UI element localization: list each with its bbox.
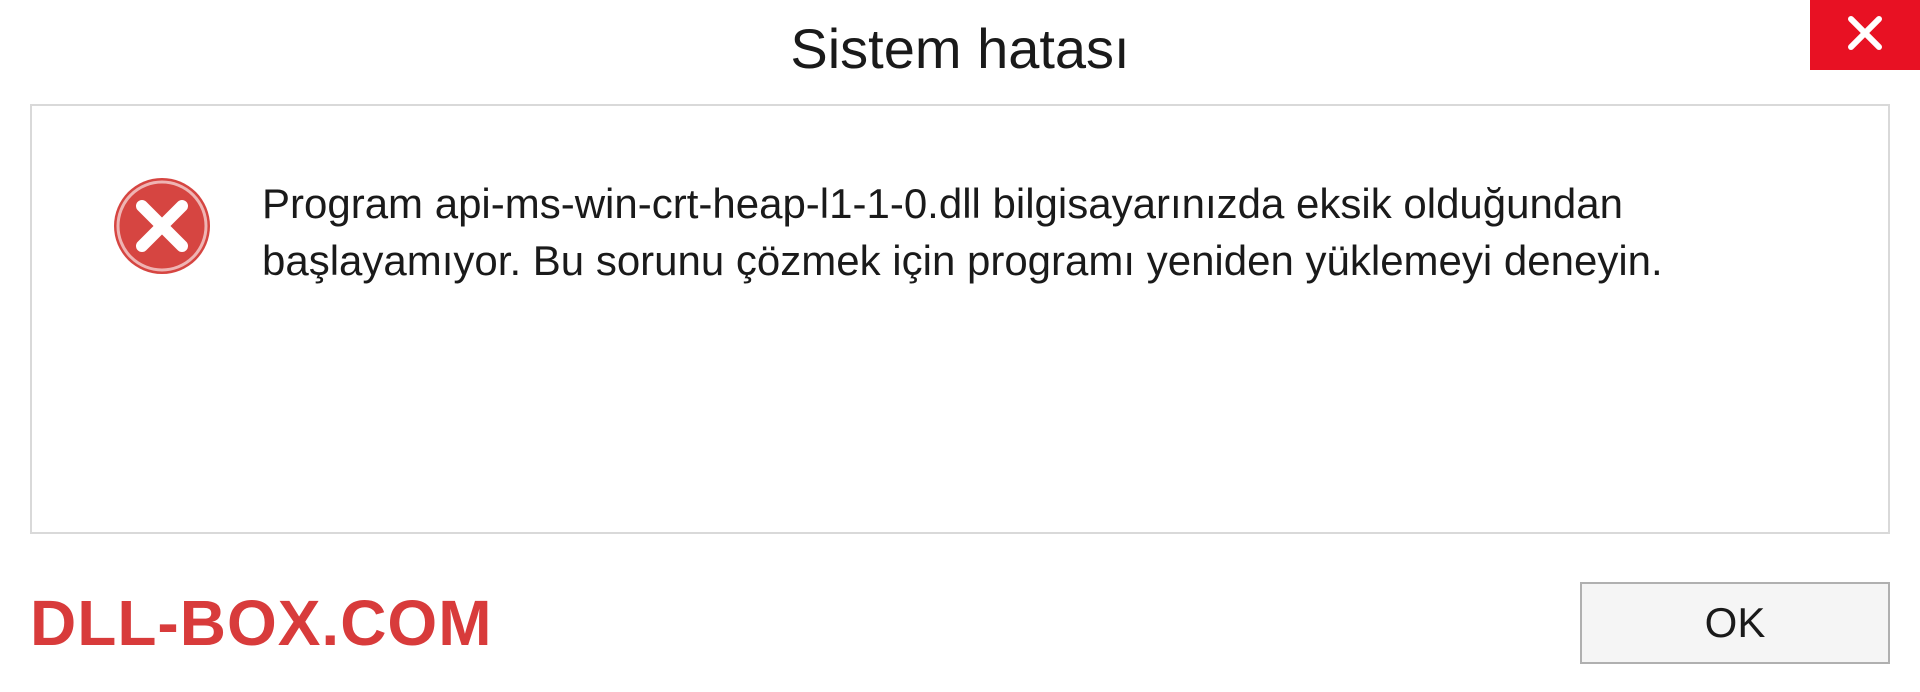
ok-button[interactable]: OK [1580,582,1890,664]
close-button[interactable] [1810,0,1920,70]
dialog-message: Program api-ms-win-crt-heap-l1-1-0.dll b… [262,176,1762,289]
error-icon [112,176,212,276]
dialog-footer: DLL-BOX.COM OK [30,582,1890,664]
dialog-title: Sistem hatası [790,16,1129,81]
watermark-text: DLL-BOX.COM [30,586,493,660]
close-icon [1845,13,1885,58]
dialog-content: Program api-ms-win-crt-heap-l1-1-0.dll b… [30,104,1890,534]
titlebar: Sistem hatası [0,0,1920,96]
